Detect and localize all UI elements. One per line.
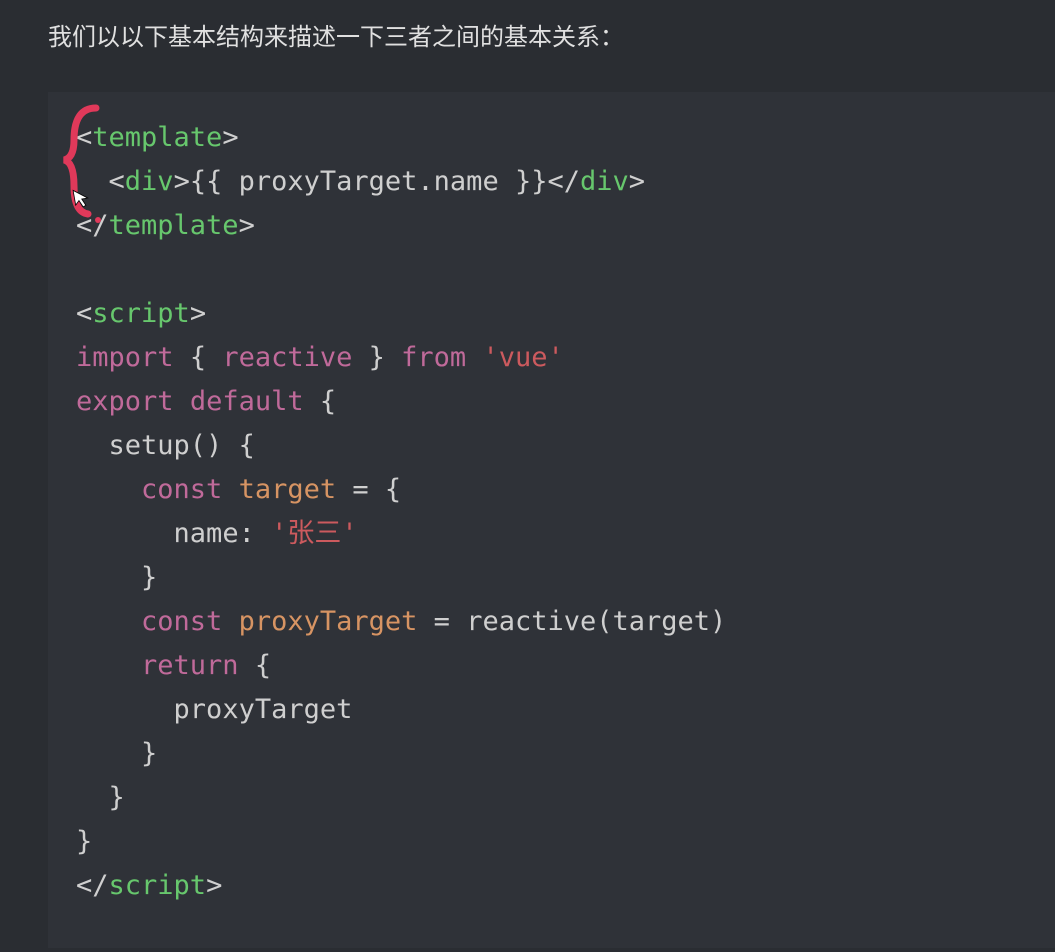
- code-token: [174, 386, 190, 417]
- code-token: [239, 650, 255, 681]
- code-token: import: [76, 342, 174, 373]
- code-token: {: [239, 430, 255, 461]
- code-token: {: [385, 474, 401, 505]
- code-token: [369, 474, 385, 505]
- code-token: <: [109, 166, 125, 197]
- code-token: target: [239, 474, 337, 505]
- code-token: reactive: [222, 342, 352, 373]
- code-token: </: [76, 870, 109, 901]
- code-token: (: [596, 606, 612, 637]
- code-token: template: [92, 122, 222, 153]
- code-token: >: [190, 298, 206, 329]
- code-token: proxyTarget: [174, 694, 353, 725]
- code-token: (): [190, 430, 223, 461]
- code-token: [304, 386, 320, 417]
- code-token: proxyTarget.name: [239, 166, 499, 197]
- code-token: ): [710, 606, 726, 637]
- code-token: [76, 694, 174, 725]
- code-token: {: [320, 386, 336, 417]
- code-token: >: [222, 122, 238, 153]
- code-token: from: [401, 342, 466, 373]
- code-token: {: [255, 650, 271, 681]
- code-token: }: [109, 782, 125, 813]
- code-token: [76, 166, 109, 197]
- code-token: [76, 518, 174, 549]
- code-token: [174, 342, 190, 373]
- code-block: <template> <div>{{ proxyTarget.name }}</…: [48, 92, 1055, 948]
- code-token: >: [239, 210, 255, 241]
- code-token: :: [239, 518, 272, 549]
- code-token: =: [352, 474, 368, 505]
- page: 我们以以下基本结构来描述一下三者之间的基本关系： <template> <div…: [0, 0, 1055, 948]
- code-token: }: [141, 738, 157, 769]
- code-token: target: [613, 606, 711, 637]
- code-token: const: [141, 606, 222, 637]
- code-token: [222, 474, 238, 505]
- code-token: [466, 342, 482, 373]
- code-token: reactive: [466, 606, 596, 637]
- code-token: [76, 606, 141, 637]
- code-token: [450, 606, 466, 637]
- code-token: 'vue': [482, 342, 563, 373]
- code-token: return: [141, 650, 239, 681]
- code-token: }: [76, 826, 92, 857]
- code-token: =: [434, 606, 450, 637]
- code-token: }}: [499, 166, 548, 197]
- code-token: [385, 342, 401, 373]
- code-token: proxyTarget: [239, 606, 418, 637]
- code-token: <: [76, 298, 92, 329]
- code-token: [76, 782, 109, 813]
- code-token: >: [206, 870, 222, 901]
- code-token: }: [352, 342, 385, 373]
- code-token: </: [76, 210, 109, 241]
- code-token: [76, 474, 141, 505]
- code-token: default: [190, 386, 304, 417]
- code-token: export: [76, 386, 174, 417]
- code-token: div: [125, 166, 174, 197]
- code-token: [76, 738, 141, 769]
- code-token: script: [92, 298, 190, 329]
- code-token: template: [109, 210, 239, 241]
- code-token: {{: [190, 166, 239, 197]
- code-token: [336, 474, 352, 505]
- code-token: div: [580, 166, 629, 197]
- intro-text: 我们以以下基本结构来描述一下三者之间的基本关系：: [0, 20, 1055, 56]
- code-token: [76, 650, 141, 681]
- code-token: }: [141, 562, 157, 593]
- code-token: [222, 606, 238, 637]
- code-token: </: [547, 166, 580, 197]
- code-token: <: [76, 122, 92, 153]
- code-content: <template> <div>{{ proxyTarget.name }}</…: [76, 116, 1027, 908]
- code-token: setup: [109, 430, 190, 461]
- code-token: [76, 562, 141, 593]
- code-token: >: [174, 166, 190, 197]
- code-token: '张三': [271, 518, 358, 549]
- code-token: >: [629, 166, 645, 197]
- code-token: [222, 430, 238, 461]
- code-token: const: [141, 474, 222, 505]
- code-token: [417, 606, 433, 637]
- code-token: name: [174, 518, 239, 549]
- code-token: {: [190, 342, 223, 373]
- code-token: script: [109, 870, 207, 901]
- code-token: [76, 430, 109, 461]
